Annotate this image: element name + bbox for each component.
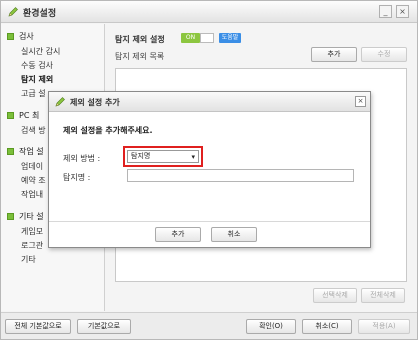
green-square-icon — [7, 33, 14, 40]
reset-all-button[interactable]: 전체 기본값으로 — [5, 319, 71, 334]
sidebar-item-realtime[interactable]: 실시간 감시 — [21, 46, 60, 57]
add-exclusion-dialog: 제외 설정 추가 × 제외 설정을 추가해주세요. 제외 방법 : 탐지명 ▾ … — [48, 91, 371, 248]
bottom-bar: 전체 기본값으로 기본값으로 확인(O) 취소(C) 적용(A) — [1, 312, 417, 339]
name-label: 탐지명 : — [63, 173, 91, 182]
toggle-knob[interactable] — [200, 33, 214, 43]
delete-selected-button[interactable]: 선택삭제 — [313, 288, 357, 303]
sidebar-item-update[interactable]: 업데이 — [21, 161, 43, 172]
section-title: 탐지 제외 설정 — [115, 35, 165, 44]
chevron-down-icon: ▾ — [191, 153, 195, 161]
exclude-list-title: 탐지 제외 목록 — [115, 52, 165, 61]
window-title: 환경설정 — [23, 9, 57, 19]
edit-button[interactable]: 수정 — [361, 47, 407, 62]
dialog-cancel-button[interactable]: 취소 — [211, 227, 257, 242]
sidebar-item-schedule[interactable]: 예약 조 — [21, 175, 46, 186]
dialog-title: 제외 설정 추가 — [70, 98, 120, 107]
method-label: 제외 방법 : — [63, 154, 101, 163]
sidebar-cat-task[interactable]: 작업 설 — [7, 146, 44, 157]
sidebar-item-pc-check[interactable]: 검색 방 — [21, 125, 46, 136]
help-badge[interactable]: 도움말 — [219, 33, 241, 43]
minimize-button[interactable]: _ — [379, 5, 392, 18]
sidebar-item-misc[interactable]: 기타 — [21, 254, 36, 265]
sidebar-item-exclude[interactable]: 탐지 제외 — [21, 74, 53, 85]
apply-button[interactable]: 적용(A) — [358, 319, 410, 334]
method-select[interactable]: 탐지명 ▾ — [127, 150, 199, 163]
dialog-title-bar: 제외 설정 추가 × — [49, 92, 370, 112]
pen-icon — [8, 7, 18, 17]
pen-icon — [55, 97, 65, 107]
cancel-button[interactable]: 취소(C) — [302, 319, 352, 334]
sidebar-item-task-history[interactable]: 작업내 — [21, 189, 43, 200]
confirm-button[interactable]: 확인(O) — [246, 319, 296, 334]
green-square-icon — [7, 148, 14, 155]
sidebar-item-log[interactable]: 로그관 — [21, 240, 43, 251]
green-square-icon — [7, 112, 14, 119]
dialog-heading: 제외 설정을 추가해주세요. — [63, 126, 153, 135]
sidebar-cat-pc[interactable]: PC 최 — [7, 110, 39, 121]
close-button[interactable]: × — [396, 5, 409, 18]
sidebar-item-game-mode[interactable]: 게임모 — [21, 226, 43, 237]
add-button[interactable]: 추가 — [311, 47, 357, 62]
sidebar-cat-scan[interactable]: 검사 — [7, 31, 34, 42]
title-bar: 환경설정 _ × — [1, 1, 417, 23]
dialog-divider — [49, 221, 370, 222]
delete-all-button[interactable]: 전체삭제 — [361, 288, 405, 303]
reset-default-button[interactable]: 기본값으로 — [77, 319, 131, 334]
green-square-icon — [7, 213, 14, 220]
sidebar-item-advanced[interactable]: 고급 설 — [21, 88, 46, 99]
detection-name-input[interactable] — [127, 169, 354, 182]
dialog-add-button[interactable]: 추가 — [155, 227, 201, 242]
sidebar-cat-other[interactable]: 기타 설 — [7, 211, 44, 222]
dialog-close-button[interactable]: × — [355, 96, 366, 107]
on-toggle[interactable]: ON — [181, 33, 200, 43]
sidebar-item-manual-scan[interactable]: 수동 검사 — [21, 60, 53, 71]
method-select-value: 탐지명 — [131, 152, 151, 160]
